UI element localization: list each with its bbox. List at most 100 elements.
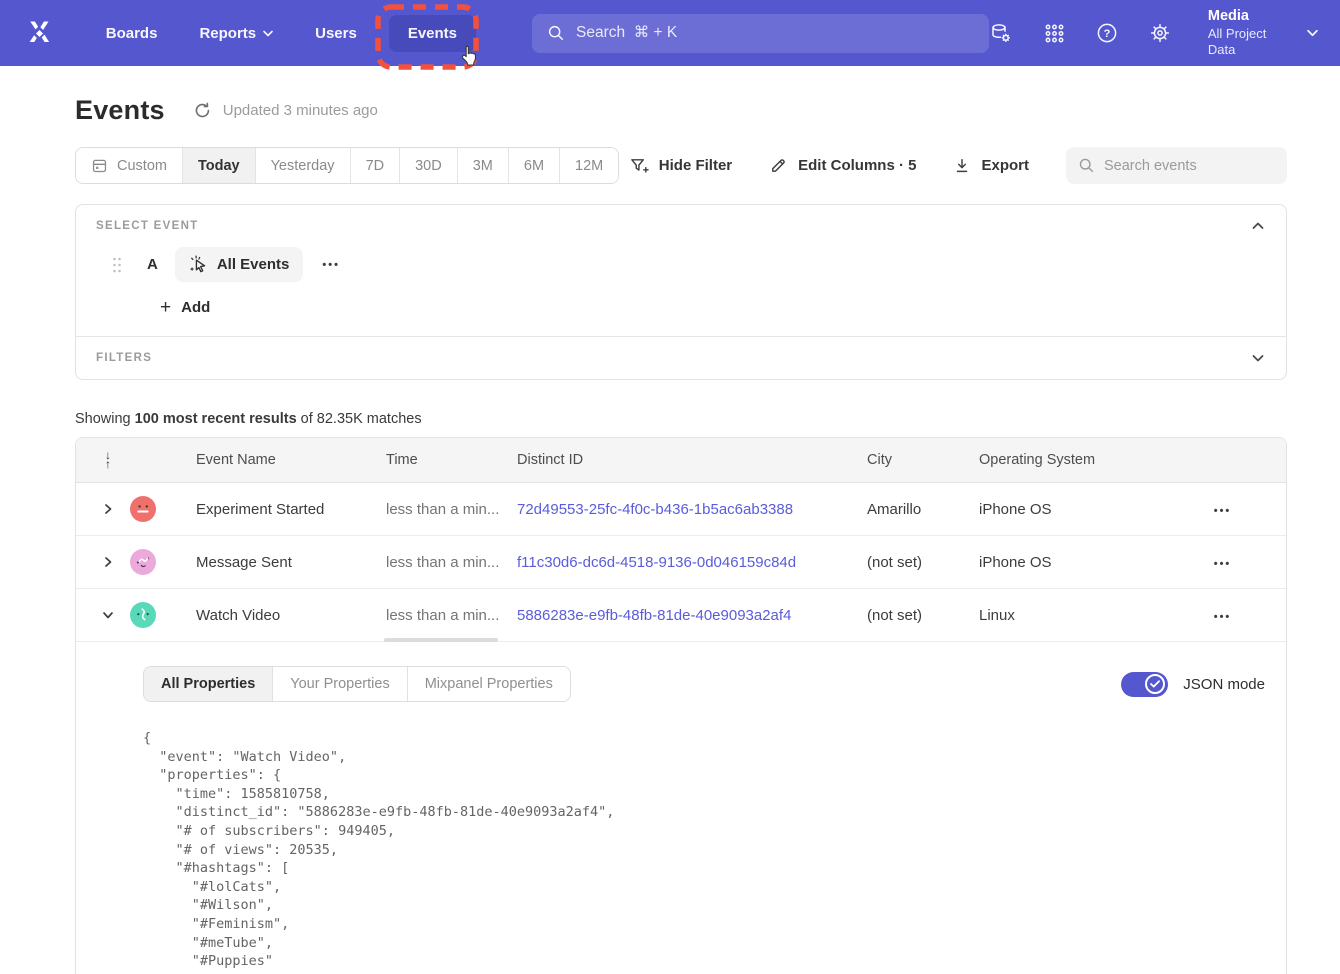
column-header-city[interactable]: City (867, 452, 979, 468)
collapse-all-icon[interactable]: ↓ ↑ (86, 451, 130, 469)
column-header-distinct-id[interactable]: Distinct ID (517, 452, 867, 468)
chevron-down-icon (1307, 29, 1318, 37)
help-icon[interactable]: ? (1096, 22, 1118, 44)
nav-item-reports[interactable]: Reports (185, 16, 287, 51)
project-selector[interactable]: Media All Project Data (1208, 7, 1318, 60)
select-event-section: SELECT EVENT A (76, 205, 1286, 336)
global-search-input[interactable] (576, 24, 974, 42)
properties-tabs: All Properties Your Properties Mixpanel … (143, 666, 571, 702)
date-option-3m[interactable]: 3M (458, 148, 509, 183)
table-row-expanded: Watch Video less than a min... 5886283e-… (76, 589, 1286, 642)
export-button[interactable]: Export (953, 157, 1029, 175)
updated-timestamp: Updated 3 minutes ago (223, 102, 378, 119)
chevron-down-icon (263, 30, 273, 37)
table-row: Message Sent less than a min... f11c30d6… (76, 536, 1286, 589)
expand-section-chevron-down-icon[interactable] (1250, 352, 1266, 364)
magic-cursor-icon (189, 255, 208, 274)
results-summary: Showing 100 most recent results of 82.35… (75, 411, 1265, 427)
date-range-control: Custom Today Yesterday 7D 30D 3M 6M 12M (75, 147, 619, 184)
edit-columns-button[interactable]: Edit Columns · 5 (769, 156, 916, 175)
json-mode-label: JSON mode (1183, 676, 1265, 693)
column-header-event-name[interactable]: Event Name (178, 452, 386, 468)
event-name: Experiment Started (178, 501, 386, 518)
tab-your-properties[interactable]: Your Properties (273, 667, 407, 701)
pencil-icon (769, 156, 788, 175)
event-detail-panel: All Properties Your Properties Mixpanel … (76, 642, 1286, 974)
drag-handle-icon[interactable] (112, 257, 122, 273)
event-avatar (130, 549, 156, 575)
search-icon (547, 24, 565, 42)
date-option-12m[interactable]: 12M (560, 148, 618, 183)
search-events-input[interactable] (1104, 158, 1275, 174)
tab-all-properties[interactable]: All Properties (144, 667, 273, 701)
event-city: (not set) (867, 607, 979, 624)
project-scope: All Project Data (1208, 26, 1295, 60)
event-name: Watch Video (178, 607, 386, 624)
nav-item-boards[interactable]: Boards (92, 16, 172, 51)
selected-event-label: All Events (217, 256, 290, 273)
mixpanel-logo[interactable]: X (22, 16, 56, 50)
tab-mixpanel-properties[interactable]: Mixpanel Properties (408, 667, 570, 701)
page-header: Events Updated 3 minutes ago (75, 95, 1287, 126)
event-name: Message Sent (178, 554, 386, 571)
clause-letter: A (147, 256, 158, 273)
global-search[interactable] (532, 14, 989, 53)
collapse-row-chevron-down-icon[interactable] (86, 609, 130, 621)
primary-nav: Boards Reports Users Events (92, 15, 476, 52)
distinct-id-link[interactable]: 72d49553-25fc-4f0c-b436-1b5ac6ab3388 (517, 501, 793, 518)
date-option-7d[interactable]: 7D (351, 148, 401, 183)
date-option-custom[interactable]: Custom (76, 148, 183, 183)
event-avatar (130, 602, 156, 628)
apps-grid-icon[interactable] (1044, 23, 1065, 44)
settings-gear-icon[interactable] (1149, 22, 1171, 44)
svg-text:?: ? (1103, 28, 1110, 40)
date-option-6m[interactable]: 6M (509, 148, 560, 183)
nav-item-events-wrap: Events (389, 15, 476, 52)
event-city: Amarillo (867, 501, 979, 518)
select-event-label: SELECT EVENT (96, 220, 199, 232)
collapse-section-chevron-up-icon[interactable] (1250, 220, 1266, 232)
filters-section[interactable]: FILTERS (76, 337, 1286, 379)
column-header-time[interactable]: Time (386, 452, 517, 468)
event-city: (not set) (867, 554, 979, 571)
table-row: Experiment Started less than a min... 72… (76, 483, 1286, 536)
navbar-right-cluster: ? Media All Project Data (989, 7, 1318, 60)
event-os: iPhone OS (979, 554, 1169, 571)
funnel-plus-icon (629, 156, 649, 175)
row-more-options-icon[interactable]: ••• (1214, 558, 1232, 570)
row-more-options-icon[interactable]: ••• (1214, 611, 1232, 623)
date-option-30d[interactable]: 30D (400, 148, 458, 183)
toggle-knob-check-icon (1145, 674, 1165, 694)
data-management-icon[interactable] (989, 21, 1013, 45)
event-time: less than a min... (386, 607, 517, 624)
refresh-icon[interactable] (193, 101, 212, 120)
expand-row-chevron-right-icon[interactable] (86, 556, 130, 568)
plus-icon: + (160, 298, 171, 317)
event-os: Linux (979, 607, 1169, 624)
column-header-operating-system[interactable]: Operating System (979, 452, 1169, 468)
event-clause-row: A All Events ••• (96, 247, 1266, 282)
add-event-button[interactable]: + Add (160, 298, 210, 317)
hide-filter-button[interactable]: Hide Filter (629, 156, 732, 175)
date-option-yesterday[interactable]: Yesterday (256, 148, 351, 183)
nav-item-users[interactable]: Users (301, 16, 371, 51)
event-more-options-icon[interactable]: ••• (322, 259, 340, 271)
event-time: less than a min... (386, 554, 517, 571)
page-title: Events (75, 95, 165, 126)
event-selector-chip[interactable]: All Events (175, 247, 304, 282)
date-option-today[interactable]: Today (183, 148, 256, 183)
query-builder-card: SELECT EVENT A (75, 204, 1287, 380)
event-json-view: { "event": "Watch Video", "properties": … (143, 729, 1266, 974)
project-name: Media (1208, 7, 1295, 26)
search-events-box[interactable] (1066, 147, 1287, 184)
horizontal-scrollbar-thumb[interactable] (384, 638, 498, 642)
json-mode-toggle[interactable] (1121, 672, 1168, 697)
row-more-options-icon[interactable]: ••• (1214, 505, 1232, 517)
expand-row-chevron-right-icon[interactable] (86, 503, 130, 515)
distinct-id-link[interactable]: f11c30d6-dc6d-4518-9136-0d046159c84d (517, 554, 796, 571)
event-time: less than a min... (386, 501, 517, 518)
distinct-id-link[interactable]: 5886283e-e9fb-48fb-81de-40e9093a2af4 (517, 607, 791, 624)
download-icon (953, 157, 971, 175)
top-navbar: X Boards Reports Users Events (0, 0, 1340, 66)
json-mode-control: JSON mode (1121, 672, 1266, 697)
